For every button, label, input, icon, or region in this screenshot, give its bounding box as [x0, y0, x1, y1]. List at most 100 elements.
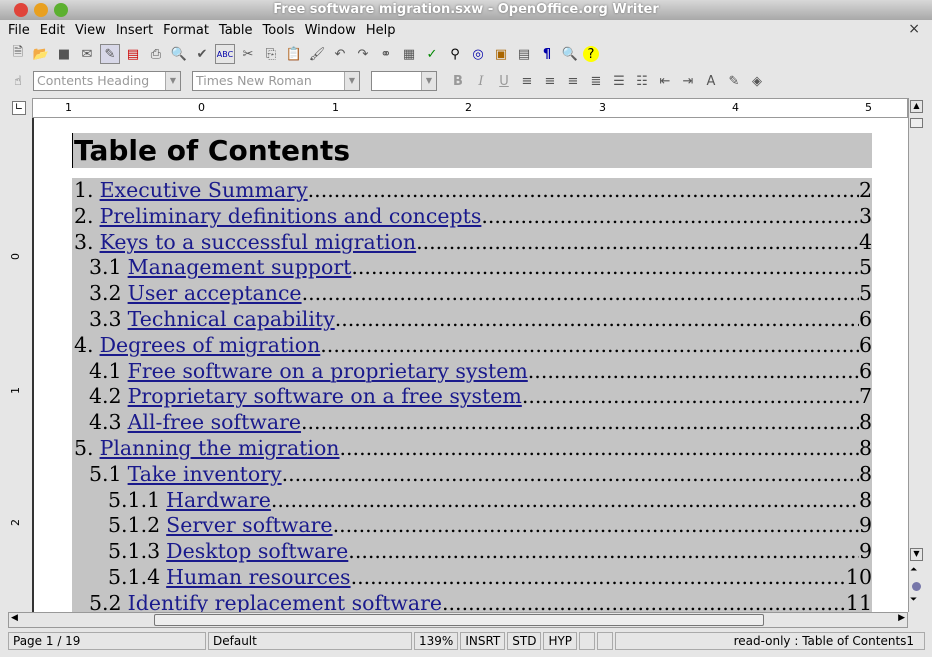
- save-icon[interactable]: ■: [54, 44, 74, 64]
- font-color-icon[interactable]: A: [701, 71, 721, 91]
- menu-table[interactable]: Table: [219, 23, 253, 38]
- draw-functions-icon[interactable]: ✓: [422, 44, 442, 64]
- undo-icon[interactable]: ↶: [330, 44, 350, 64]
- horizontal-scrollbar[interactable]: ◀ ▶: [8, 612, 908, 628]
- toc-entry-link[interactable]: Proprietary software on a free system: [128, 384, 522, 410]
- export-pdf-icon[interactable]: ▤: [123, 44, 143, 64]
- page-style[interactable]: Default: [208, 632, 412, 650]
- dot-leader: [351, 565, 846, 591]
- decrease-indent-icon[interactable]: ⇤: [655, 71, 675, 91]
- copy-icon[interactable]: ⎘: [261, 44, 281, 64]
- dot-leader: [301, 410, 859, 436]
- paragraph-style-select[interactable]: Contents Heading ▼: [33, 71, 181, 91]
- underline-button[interactable]: U: [494, 71, 514, 91]
- toc-entry-link[interactable]: Keys to a successful migration: [100, 230, 417, 256]
- scroll-right-button[interactable]: ▶: [898, 613, 905, 623]
- align-right-icon[interactable]: ≡: [563, 71, 583, 91]
- minimize-window-button[interactable]: [34, 3, 48, 17]
- help-icon[interactable]: ?: [583, 46, 599, 62]
- menu-edit[interactable]: Edit: [40, 23, 65, 38]
- toc-entry-link[interactable]: Planning the migration: [100, 436, 340, 462]
- close-window-button[interactable]: [14, 3, 28, 17]
- format-paintbrush-icon[interactable]: 🖌: [307, 44, 327, 64]
- menu-format[interactable]: Format: [163, 23, 209, 38]
- menu-tools[interactable]: Tools: [263, 23, 295, 38]
- selection-mode[interactable]: STD: [507, 632, 542, 650]
- numbering-icon[interactable]: ☰: [609, 71, 629, 91]
- scrollbar-thumb[interactable]: [910, 118, 923, 128]
- previous-page-icon[interactable]: ⏶: [910, 565, 917, 575]
- align-left-icon[interactable]: ≡: [517, 71, 537, 91]
- toc-entry-link[interactable]: Technical capability: [128, 307, 335, 333]
- menu-help[interactable]: Help: [366, 23, 396, 38]
- scroll-up-button[interactable]: ▲: [910, 100, 923, 113]
- redo-icon[interactable]: ↷: [353, 44, 373, 64]
- navigation-icon[interactable]: [912, 582, 921, 591]
- font-name-select[interactable]: Times New Roman ▼: [192, 71, 360, 91]
- cut-icon[interactable]: ✂: [238, 44, 258, 64]
- insert-mode[interactable]: INSRT: [460, 632, 506, 650]
- toc-entry-link[interactable]: All-free software: [128, 410, 301, 436]
- open-icon[interactable]: 📂: [31, 44, 51, 64]
- scroll-down-button[interactable]: ▼: [910, 548, 923, 561]
- toc-entry-link[interactable]: Hardware: [166, 488, 271, 514]
- table-icon[interactable]: ▦: [399, 44, 419, 64]
- menu-view[interactable]: View: [75, 23, 106, 38]
- bullets-icon[interactable]: ☷: [632, 71, 652, 91]
- edit-file-icon[interactable]: ✎: [100, 44, 120, 64]
- toc-entry-link[interactable]: Degrees of migration: [100, 333, 321, 359]
- toc-entry: 3.3Technical capability 6: [72, 307, 872, 333]
- horizontal-ruler[interactable]: 1 0 1 2 3 4 5: [32, 98, 908, 118]
- tab-type-button[interactable]: ∟: [12, 101, 26, 115]
- menu-window[interactable]: Window: [305, 23, 356, 38]
- menu-insert[interactable]: Insert: [116, 23, 153, 38]
- zoom-level[interactable]: 139%: [414, 632, 459, 650]
- navigator-icon[interactable]: ◎: [468, 44, 488, 64]
- print-icon[interactable]: ⎙: [146, 44, 166, 64]
- find-replace-icon[interactable]: ⚲: [445, 44, 465, 64]
- hyperlink-mode[interactable]: HYP: [543, 632, 578, 650]
- font-size-select[interactable]: ▼: [371, 71, 437, 91]
- toc-entry-link[interactable]: Free software on a proprietary system: [128, 359, 528, 385]
- toc-entry-link[interactable]: Server software: [166, 513, 332, 539]
- vertical-scrollbar[interactable]: ▲ ▼ ⏶ ⏷: [908, 98, 924, 612]
- styles-formatting-icon[interactable]: ☝: [8, 71, 28, 91]
- email-icon[interactable]: ✉: [77, 44, 97, 64]
- gallery-icon[interactable]: ▣: [491, 44, 511, 64]
- toc-entry-link[interactable]: Management support: [128, 255, 352, 281]
- zoom-icon[interactable]: 🔍: [560, 44, 580, 64]
- hyperlink-icon[interactable]: ⚭: [376, 44, 396, 64]
- italic-button[interactable]: I: [471, 71, 491, 91]
- toc-entry-link[interactable]: Desktop software: [166, 539, 348, 565]
- scrollbar-thumb[interactable]: [154, 614, 764, 626]
- data-sources-icon[interactable]: ▤: [514, 44, 534, 64]
- formatting-marks-icon[interactable]: ¶: [537, 44, 557, 64]
- toc-entry-link[interactable]: Preliminary definitions and concepts: [100, 204, 482, 230]
- scroll-left-button[interactable]: ◀: [11, 613, 18, 623]
- toc-entry-page: 9: [858, 513, 872, 538]
- toc-entry-link[interactable]: Identify replacement software: [128, 591, 442, 612]
- menu-file[interactable]: File: [8, 23, 30, 38]
- toc-entry-link[interactable]: Executive Summary: [100, 178, 308, 204]
- next-page-icon[interactable]: ⏷: [910, 595, 917, 605]
- bold-button[interactable]: B: [448, 71, 468, 91]
- page-preview-icon[interactable]: 🔍: [169, 44, 189, 64]
- highlight-icon[interactable]: ✎: [724, 71, 744, 91]
- toc-entry: 1.Executive Summary 2: [72, 178, 872, 204]
- new-document-icon[interactable]: 🗎: [8, 44, 28, 64]
- background-color-icon[interactable]: ◈: [747, 71, 767, 91]
- justify-icon[interactable]: ≣: [586, 71, 606, 91]
- dot-leader: [522, 384, 859, 410]
- maximize-window-button[interactable]: [54, 3, 68, 17]
- close-document-button[interactable]: ×: [908, 21, 920, 37]
- paste-icon[interactable]: 📋: [284, 44, 304, 64]
- vertical-ruler[interactable]: 0 1 2: [0, 118, 32, 612]
- increase-indent-icon[interactable]: ⇥: [678, 71, 698, 91]
- auto-spellcheck-icon[interactable]: ABC: [215, 44, 235, 64]
- document-page[interactable]: Table of Contents 1.Executive Summary22.…: [32, 118, 908, 612]
- toc-entry-link[interactable]: Take inventory: [128, 462, 282, 488]
- toc-entry-link[interactable]: User acceptance: [128, 281, 302, 307]
- spellcheck-icon[interactable]: ✔: [192, 44, 212, 64]
- toc-entry-link[interactable]: Human resources: [166, 565, 350, 591]
- align-center-icon[interactable]: ≡: [540, 71, 560, 91]
